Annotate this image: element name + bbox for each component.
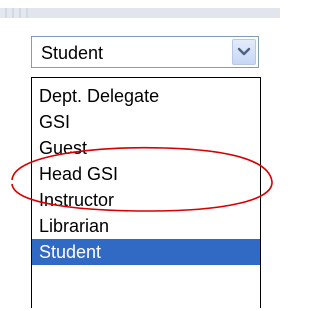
background-strip-fill: [28, 8, 280, 18]
option-student[interactable]: Student: [32, 239, 260, 265]
option-guest[interactable]: Guest: [32, 135, 260, 161]
option-dept-delegate[interactable]: Dept. Delegate: [32, 83, 260, 109]
role-options-list[interactable]: Dept. Delegate GSI Guest Head GSI Instru…: [31, 77, 261, 308]
role-select[interactable]: Student: [31, 36, 259, 68]
dropdown-arrow-button[interactable]: [232, 39, 256, 65]
option-instructor[interactable]: Instructor: [32, 187, 260, 213]
screenshot-stage: Student Dept. Delegate GSI Guest Head GS…: [0, 0, 280, 311]
option-head-gsi[interactable]: Head GSI: [32, 161, 260, 187]
background-strip: [0, 8, 280, 18]
option-gsi[interactable]: GSI: [32, 109, 260, 135]
option-librarian[interactable]: Librarian: [32, 213, 260, 239]
chevron-down-icon: [237, 47, 251, 56]
role-select-value: Student: [41, 43, 104, 63]
